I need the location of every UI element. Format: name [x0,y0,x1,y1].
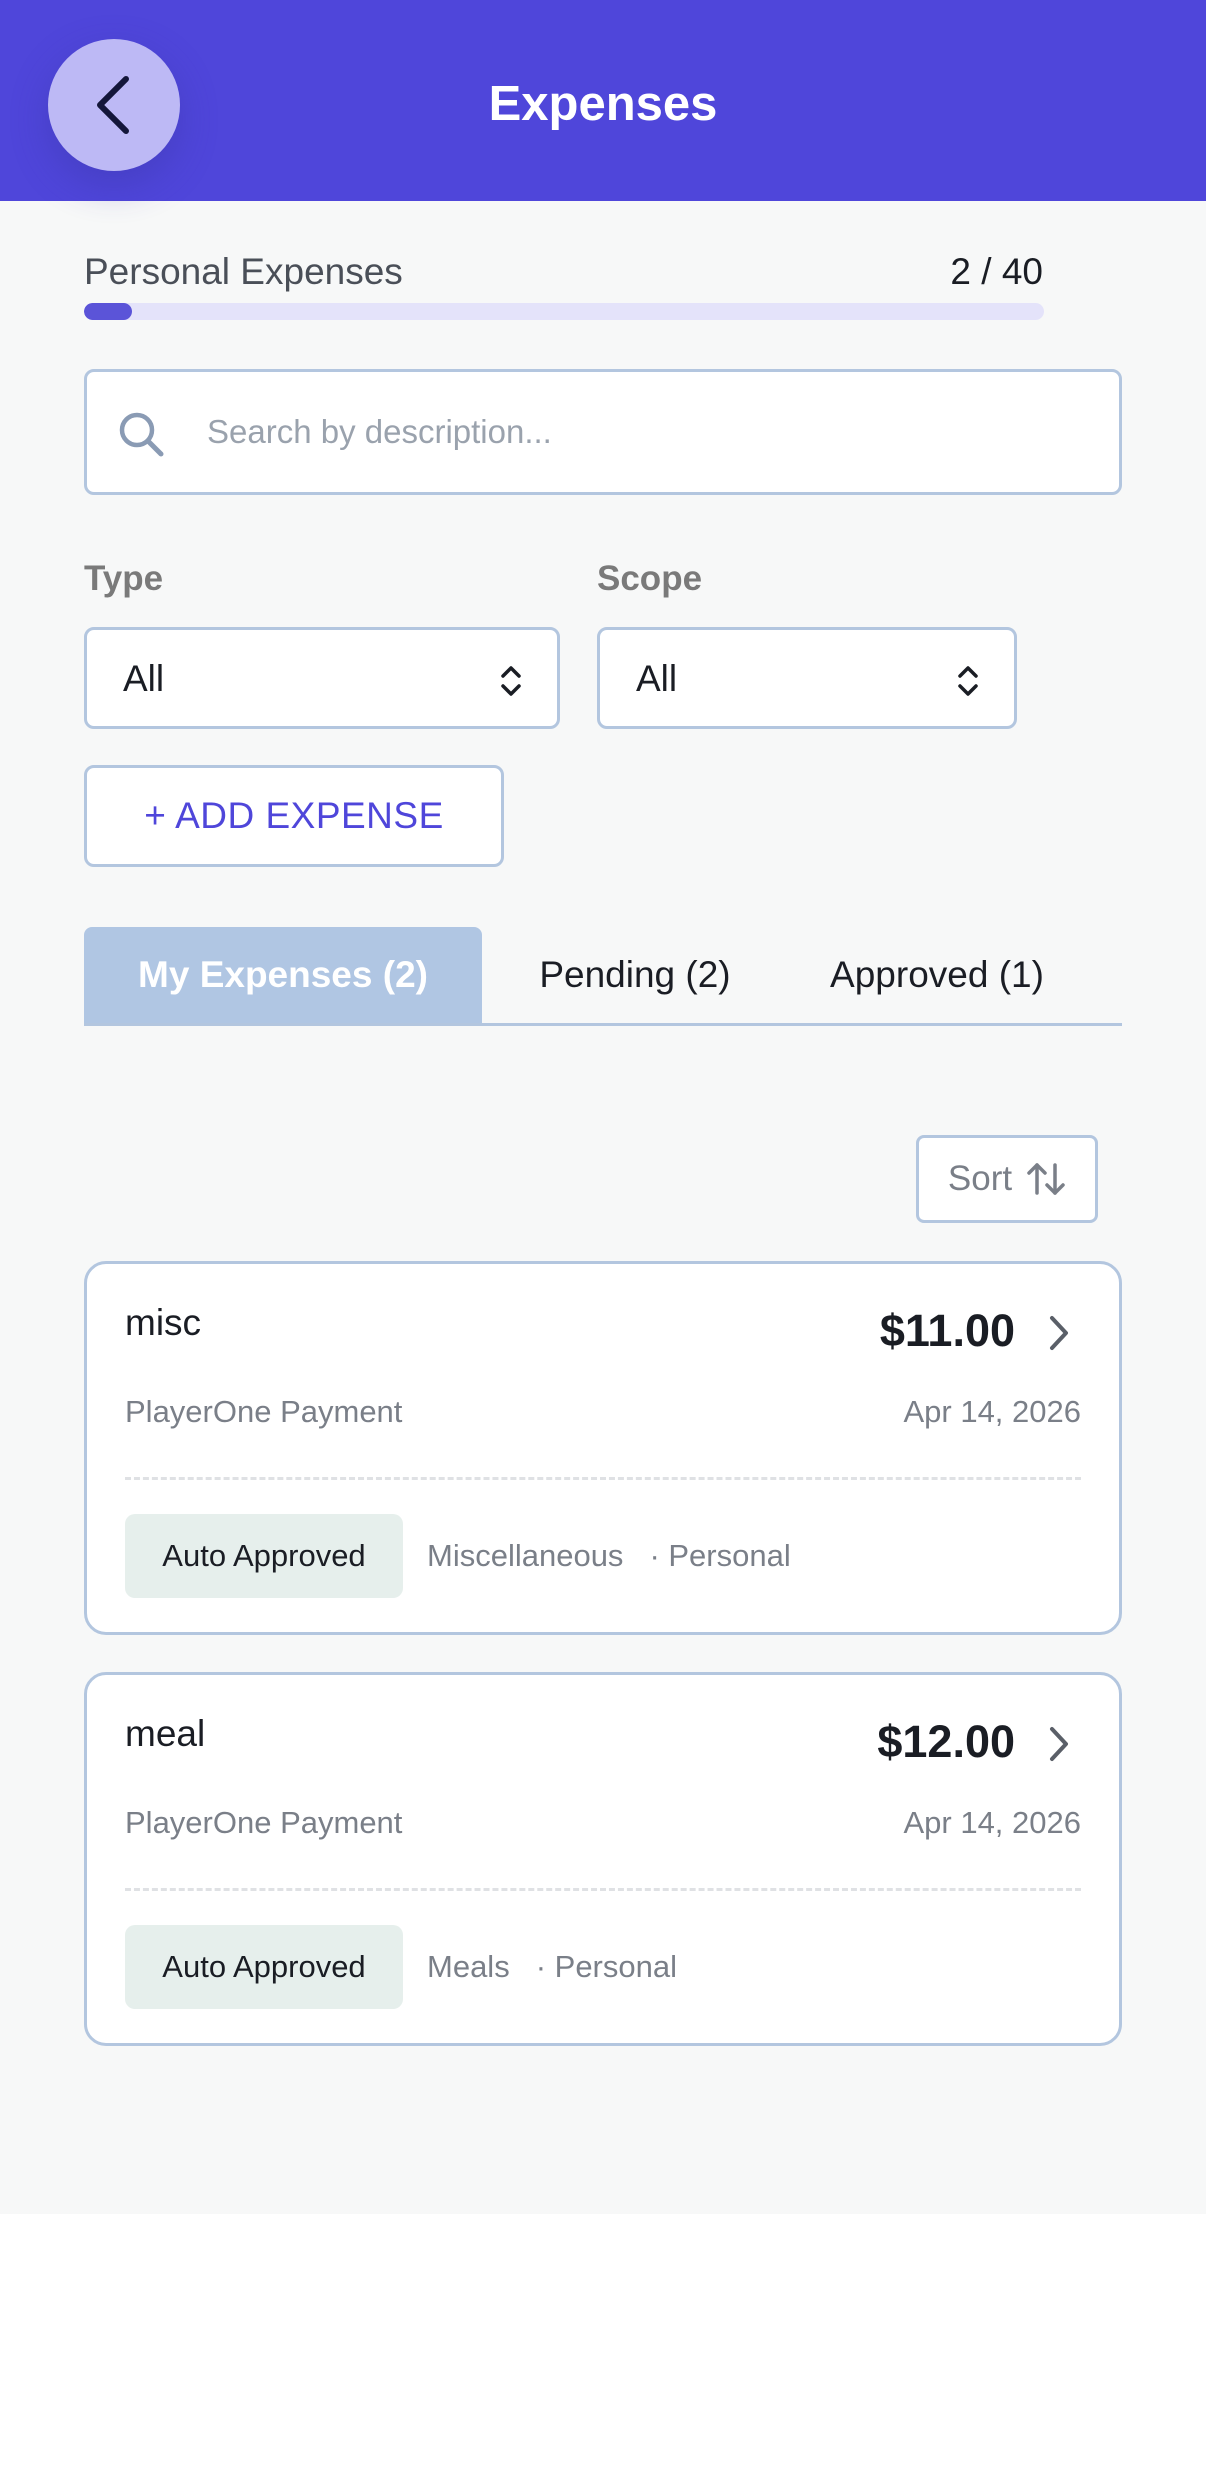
status-badge: Auto Approved [125,1925,403,2009]
app-header: Expenses [0,0,1206,201]
type-select-value: All [123,658,165,699]
chevron-right-icon [1050,1727,1068,1761]
scope-filter-label: Scope [597,559,703,598]
status-badge: Auto Approved [125,1514,403,1598]
quota-count: 2 / 40 [950,251,1043,292]
expense-scope: · Personal [535,1949,677,1984]
page-title: Expenses [488,77,718,131]
expense-source: PlayerOne Payment [125,1805,403,1840]
up-down-arrows-icon [958,666,978,696]
scope-select[interactable]: All [597,627,1017,729]
up-down-arrows-icon [501,666,521,696]
quota-label: Personal Expenses [84,251,403,292]
tab-approved[interactable]: Approved (1) [788,927,1086,1023]
tab-my-expenses[interactable]: My Expenses (2) [84,927,482,1023]
sort-button-label: Sort [947,1159,1013,1198]
expense-category: Miscellaneous [427,1538,624,1573]
expense-meta: Meals · Personal [427,1947,677,1987]
quota-progress-bar [84,303,1044,320]
search-icon [119,412,164,457]
tab-pending[interactable]: Pending (2) [482,927,788,1023]
quota-progress-fill [84,303,132,320]
search-field[interactable] [84,369,1122,495]
type-filter-label: Type [84,559,164,598]
expense-tabs: My Expenses (2) Pending (2) Approved (1) [84,927,1122,1026]
expense-card[interactable]: misc $11.00 PlayerOne Payment Apr 14, 20… [84,1261,1122,1635]
chevron-right-icon [1050,1316,1068,1350]
expense-amount: $12.00 [877,1716,1015,1767]
scope-select-value: All [636,658,678,699]
card-divider [125,1888,1081,1891]
expense-date: Apr 14, 2026 [903,1394,1081,1429]
expense-title: meal [125,1713,206,1754]
expense-source: PlayerOne Payment [125,1394,403,1429]
card-divider [125,1477,1081,1480]
sort-button[interactable]: Sort [916,1135,1098,1223]
expense-date: Apr 14, 2026 [903,1805,1081,1840]
expenses-screen: Expenses Personal Expenses 2 / 40 Type A… [0,0,1206,2214]
expense-title: misc [125,1302,202,1343]
add-expense-button[interactable]: + ADD EXPENSE [84,765,504,867]
type-select[interactable]: All [84,627,560,729]
expense-category: Meals [427,1949,510,1984]
expense-scope: · Personal [649,1538,791,1573]
expense-meta: Miscellaneous · Personal [427,1536,791,1576]
search-input[interactable] [207,392,1087,472]
expense-card[interactable]: meal $12.00 PlayerOne Payment Apr 14, 20… [84,1672,1122,2046]
expense-amount: $11.00 [879,1305,1015,1356]
sort-arrows-icon [1027,1163,1065,1195]
